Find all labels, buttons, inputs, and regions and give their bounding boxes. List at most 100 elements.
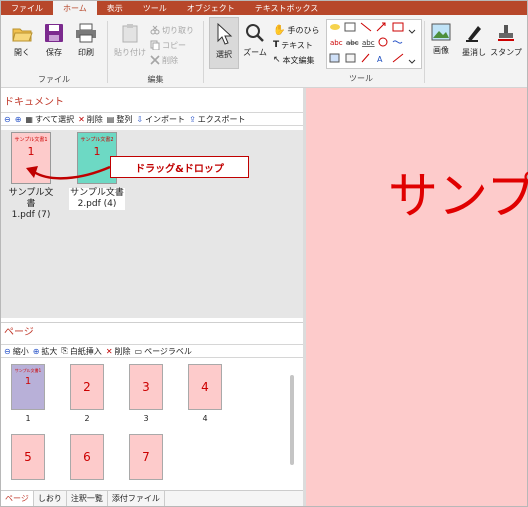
zoom-in-button[interactable]: ⊕ 拡大 — [33, 346, 58, 357]
expand-button[interactable]: ⊕ — [15, 115, 22, 124]
folder-open-icon — [12, 28, 33, 42]
ribbon: 開く 保存 印刷 ファイル 貼り付け 切り取り コピー 削除 編集 選択 ズーム… — [1, 15, 527, 88]
clipboard-icon — [122, 24, 138, 43]
document-name: サンプル文書 2.pdf (4) — [69, 188, 125, 210]
import-button[interactable]: ⇩ インポート — [136, 114, 185, 125]
panel-tabs: ページ しおり 注釈一覧 添付ファイル — [1, 490, 303, 506]
svg-text:abc: abc — [362, 39, 375, 47]
export-button[interactable]: ⇪ エクスポート — [189, 114, 245, 125]
paste-button[interactable]: 貼り付け — [114, 23, 146, 58]
document-name-line: サンプル文書 — [8, 188, 54, 209]
body-edit-button[interactable]: ↖ 本文編集 — [273, 54, 315, 66]
page-number-label: 1 — [25, 414, 31, 423]
insert-blank-button[interactable]: ⎘ 白紙挿入 — [61, 346, 101, 357]
page-thumbnail[interactable]: 7 — [129, 434, 163, 480]
document-panel-title: ドキュメント — [4, 96, 64, 108]
export-icon: ⇪ — [189, 114, 196, 124]
text-button[interactable]: T テキスト — [273, 39, 313, 51]
page-thumbnail[interactable]: 3 — [129, 364, 163, 410]
preview-text: サンプ — [388, 167, 528, 225]
hand-button[interactable]: ✋ 手のひら — [273, 24, 319, 36]
pages-panel-title: ページ — [1, 322, 303, 338]
thumb-page-number: 2 — [83, 380, 91, 394]
tab-annotations[interactable]: 注釈一覧 — [67, 491, 108, 506]
separator — [203, 21, 204, 83]
open-button[interactable]: 開く — [9, 23, 35, 58]
thumb-title: サンプル文書2 — [80, 137, 114, 143]
document-name: サンプル文書 1.pdf (7) — [5, 188, 57, 221]
page-label-icon: ▭ — [134, 346, 143, 356]
image-button[interactable]: 画像 — [428, 23, 454, 56]
page-delete-button[interactable]: ✕ 削除 — [106, 346, 131, 357]
ribbon-tabbar: ファイル ホーム 表示 ツール オブジェクト テキストボックス — [1, 1, 527, 15]
edit-group: 貼り付け 切り取り コピー 削除 編集 — [108, 15, 203, 88]
save-icon — [45, 24, 63, 42]
tab-tools[interactable]: ツール — [133, 1, 177, 15]
svg-text:abc: abc — [330, 39, 343, 47]
tab-file[interactable]: ファイル — [1, 1, 53, 15]
hand-icon: ✋ — [273, 24, 286, 36]
scissors-icon — [150, 25, 160, 35]
plus-circle-icon: ⊕ — [14, 114, 22, 124]
separator — [424, 21, 425, 83]
save-button[interactable]: 保存 — [41, 23, 67, 58]
page-thumbnail[interactable]: サンプル文書1 1 — [11, 364, 45, 410]
copy-icon — [150, 40, 160, 50]
tab-home[interactable]: ホーム — [53, 1, 97, 15]
zoom-out-button[interactable]: ⊖ 縮小 — [4, 346, 29, 357]
magnifier-icon — [246, 24, 264, 42]
page-number-label: 2 — [84, 414, 90, 423]
pages-toolbar: ⊖ 縮小 ⊕ 拡大 ⎘ 白紙挿入 ✕ 削除 ▭ ページラベル — [1, 344, 303, 358]
minus-circle-icon: ⊖ — [4, 346, 11, 356]
cut-button[interactable]: 切り取り — [150, 24, 194, 36]
file-group: 開く 保存 印刷 ファイル — [1, 15, 107, 88]
annotation-tool-gallery[interactable]: abc abc abc A — [326, 19, 422, 69]
page-thumbnail[interactable]: 5 — [11, 434, 45, 480]
text-select-icon: T — [273, 40, 280, 50]
page-thumbnail[interactable]: 2 — [70, 364, 104, 410]
drag-drop-callout: ドラッグ&ドロップ — [110, 156, 249, 178]
tab-textbox[interactable]: テキストボックス — [245, 1, 329, 15]
thumb-page-number: 5 — [24, 450, 32, 464]
svg-text:A: A — [377, 55, 383, 64]
grid-icon: ▤ — [106, 114, 115, 124]
arrange-button[interactable]: ▤ 整列 — [107, 114, 133, 125]
pen-icon — [466, 26, 481, 42]
page-label-button[interactable]: ▭ ページラベル — [135, 346, 192, 357]
delete-button[interactable]: 削除 — [150, 54, 178, 66]
tab-bookmarks[interactable]: しおり — [34, 491, 67, 506]
thumb-page-number: 1 — [24, 376, 32, 387]
document-preview[interactable]: サンプ — [306, 88, 528, 506]
image-icon — [431, 23, 451, 41]
print-button[interactable]: 印刷 — [73, 23, 99, 58]
doc-delete-button[interactable]: ✕ 削除 — [78, 114, 103, 125]
x-icon: ✕ — [105, 346, 113, 356]
annotation-tools-icon: abc abc abc A — [329, 22, 416, 64]
document-file-line: 1.pdf (7) — [11, 210, 51, 220]
thumb-page-number: 7 — [142, 450, 150, 464]
svg-text:abc: abc — [346, 39, 359, 47]
document-file-line: 2.pdf (4) — [77, 199, 117, 209]
tab-view[interactable]: 表示 — [97, 1, 133, 15]
copy-button[interactable]: コピー — [150, 39, 186, 51]
select-all-button[interactable]: ▦ すべて選択 — [25, 114, 74, 125]
drag-arrow-icon — [26, 165, 111, 180]
redact-button[interactable]: 墨消し — [461, 23, 487, 58]
zoom-button[interactable]: ズーム — [242, 23, 268, 58]
page-number-label: 3 — [143, 414, 149, 423]
select-button[interactable]: 選択 — [211, 23, 237, 60]
page-thumbnails: サンプル文書1 1 1 2 2 3 3 4 4 5 6 7 — [1, 360, 303, 488]
tab-object[interactable]: オブジェクト — [177, 1, 245, 15]
page-thumbnail[interactable]: 6 — [70, 434, 104, 480]
file-group-label: ファイル — [38, 75, 70, 84]
thumb-title: サンプル文書1 — [14, 137, 48, 143]
tab-attachments[interactable]: 添付ファイル — [108, 491, 165, 506]
pages-scrollbar[interactable] — [290, 375, 294, 465]
thumb-title: サンプル文書1 — [14, 368, 42, 373]
collapse-button[interactable]: ⊖ — [4, 115, 11, 124]
tools-group-label: ツール — [349, 74, 373, 83]
tab-pages[interactable]: ページ — [1, 491, 34, 506]
stamp-button[interactable]: スタンプ — [490, 23, 522, 58]
blank-page-icon: ⎘ — [61, 346, 68, 355]
page-thumbnail[interactable]: 4 — [188, 364, 222, 410]
